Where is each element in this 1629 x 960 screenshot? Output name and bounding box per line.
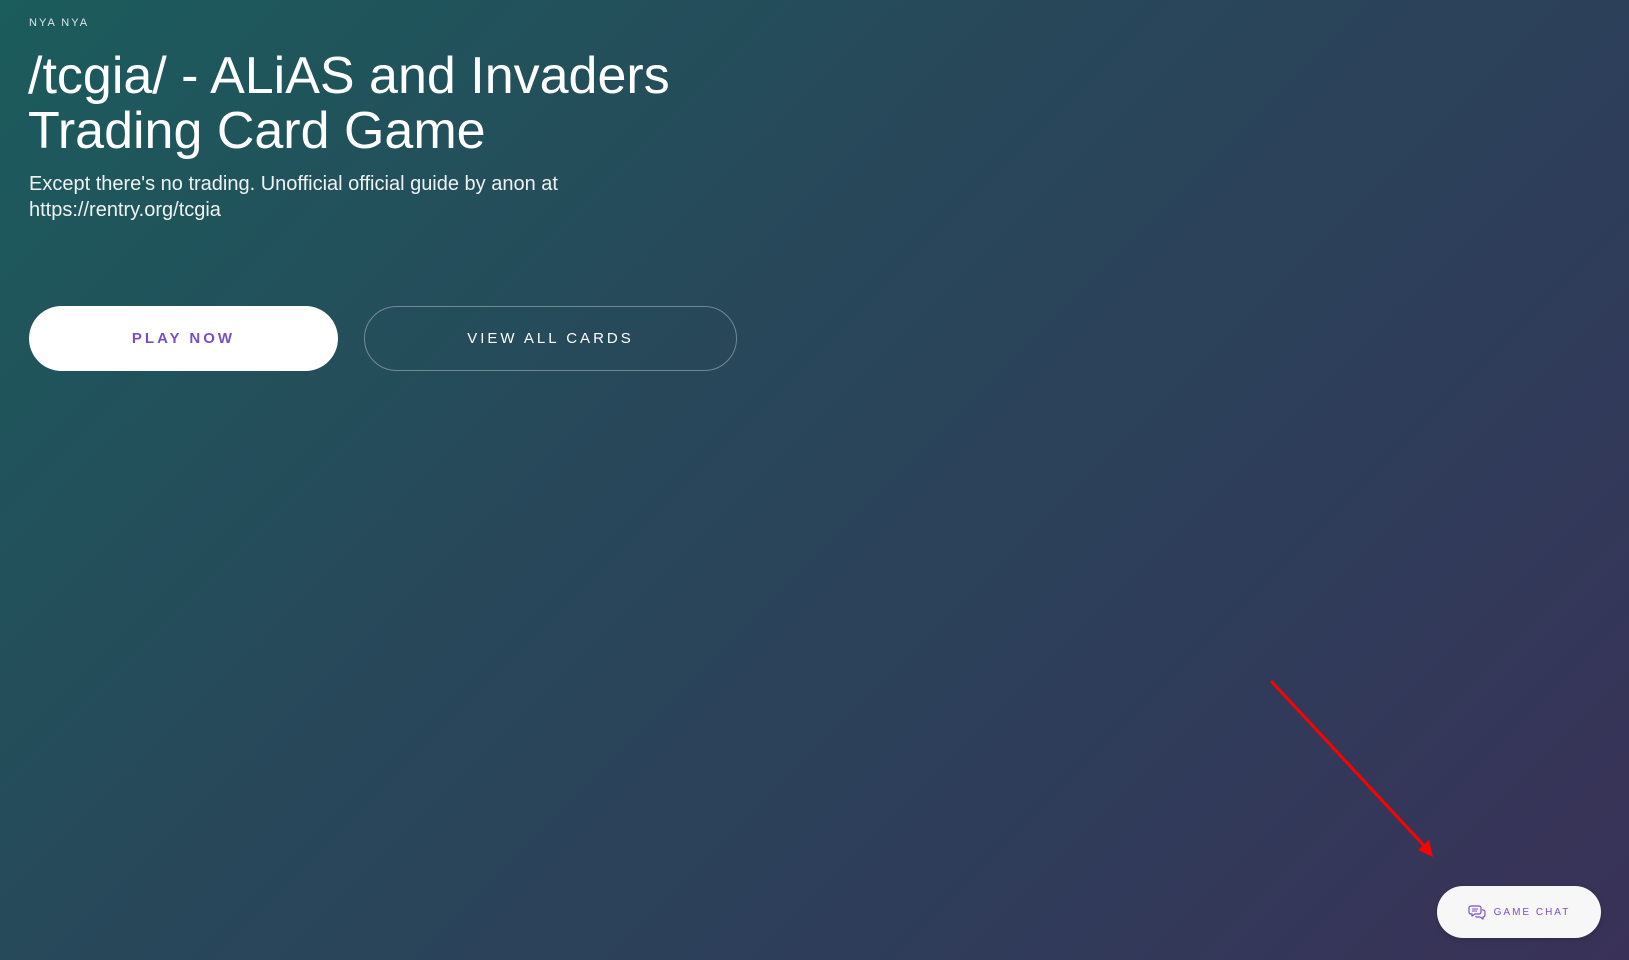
game-chat-button[interactable]: GAME CHAT <box>1437 886 1601 938</box>
play-now-button[interactable]: PLAY NOW <box>29 306 338 371</box>
page-subtitle: Except there's no trading. Unofficial of… <box>29 173 558 221</box>
page-title: /tcgia/ - ALiAS and Invaders Trading Car… <box>28 47 670 160</box>
view-all-cards-button[interactable]: VIEW ALL CARDS <box>364 306 737 371</box>
brand-eyebrow: NYA NYA <box>29 17 90 29</box>
game-chat-label: GAME CHAT <box>1493 906 1571 918</box>
chat-bubbles-icon <box>1468 903 1486 921</box>
